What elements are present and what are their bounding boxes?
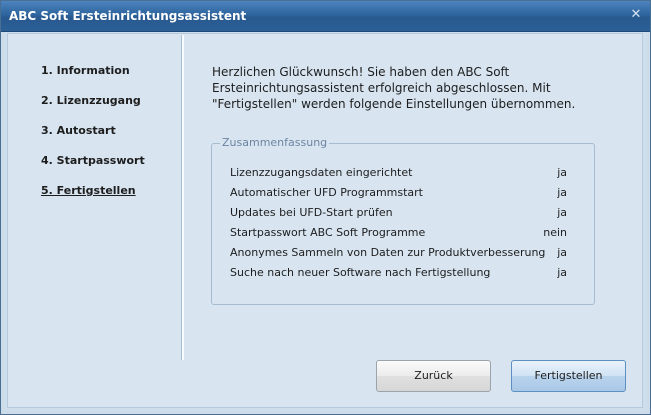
summary-row: Updates bei UFD-Start prüfen ja: [230, 206, 570, 222]
back-button[interactable]: Zurück: [376, 360, 491, 392]
summary-legend: Zusammenfassung: [220, 136, 330, 149]
summary-row-value: ja: [557, 186, 567, 199]
close-icon[interactable]: ✕: [628, 7, 644, 23]
step-item-finish: 5. Fertigstellen: [41, 184, 136, 197]
summary-row: Automatischer UFD Programmstart ja: [230, 186, 570, 202]
summary-row-label: Suche nach neuer Software nach Fertigste…: [230, 266, 491, 279]
summary-row: Startpasswort ABC Soft Programme nein: [230, 226, 570, 242]
intro-text: Herzlichen Glückwunsch! Sie haben den AB…: [212, 65, 576, 111]
finish-button[interactable]: Fertigstellen: [511, 360, 626, 392]
vertical-divider: [181, 35, 184, 360]
summary-row-value: ja: [557, 246, 567, 259]
summary-row: Suche nach neuer Software nach Fertigste…: [230, 266, 570, 282]
summary-row-label: Updates bei UFD-Start prüfen: [230, 206, 393, 219]
summary-row-value: ja: [557, 266, 567, 279]
step-item-start-password: 4. Startpasswort: [41, 154, 145, 167]
summary-row-label: Automatischer UFD Programmstart: [230, 186, 423, 199]
summary-row-value: ja: [557, 166, 567, 179]
step-item-information: 1. Information: [41, 64, 130, 77]
step-item-autostart: 3. Autostart: [41, 124, 116, 137]
summary-row: Anonymes Sammeln von Daten zur Produktve…: [230, 246, 570, 262]
summary-row-value: ja: [557, 206, 567, 219]
summary-row-value: nein: [543, 226, 567, 239]
summary-row-label: Anonymes Sammeln von Daten zur Produktve…: [230, 246, 546, 259]
step-list: 1. Information 2. Lizenzzugang 3. Autost…: [41, 64, 145, 214]
summary-row-label: Startpasswort ABC Soft Programme: [230, 226, 426, 239]
step-item-license: 2. Lizenzzugang: [41, 94, 141, 107]
title-bar[interactable]: ABC Soft Ersteinrichtungsassistent ✕: [1, 1, 650, 32]
summary-row: Lizenzzugangsdaten eingerichtet ja: [230, 166, 570, 182]
summary-row-label: Lizenzzugangsdaten eingerichtet: [230, 166, 413, 179]
window-title: ABC Soft Ersteinrichtungsassistent: [9, 9, 247, 23]
